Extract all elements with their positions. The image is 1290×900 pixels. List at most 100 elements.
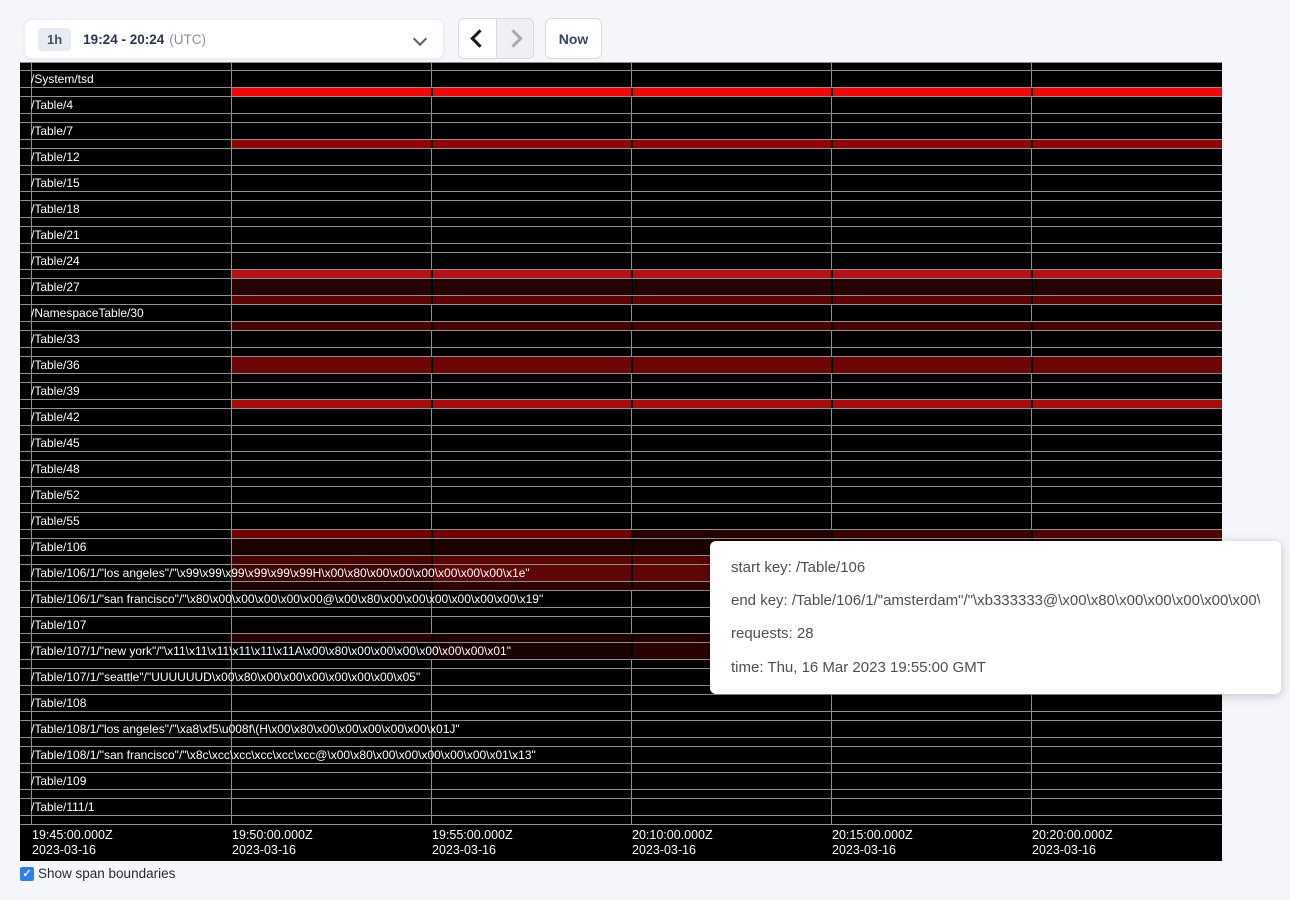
heat-cell xyxy=(232,140,431,148)
row-label: /Table/15 xyxy=(31,176,80,191)
heat-cell xyxy=(232,530,431,538)
row-label: /Table/7 xyxy=(31,124,73,139)
heatmap-row[interactable]: /Table/109 xyxy=(20,772,1222,789)
row-label: /Table/106/1/"san francisco"/"\x80\x00\x… xyxy=(31,592,543,607)
heatmap-row[interactable] xyxy=(20,347,1222,356)
heatmap-row[interactable] xyxy=(20,269,1222,278)
heatmap-row[interactable] xyxy=(20,191,1222,200)
heatmap-row[interactable] xyxy=(20,321,1222,330)
heatmap-row[interactable] xyxy=(20,295,1222,304)
heatmap-row[interactable] xyxy=(20,139,1222,148)
heatmap-row[interactable]: /Table/21 xyxy=(20,226,1222,243)
row-label: /Table/36 xyxy=(31,358,80,373)
heatmap-row[interactable] xyxy=(20,789,1222,798)
heatmap-row[interactable] xyxy=(20,763,1222,772)
heatmap-row[interactable]: /Table/111/1 xyxy=(20,798,1222,815)
heat-cell xyxy=(631,322,831,330)
row-label: /Table/27 xyxy=(31,280,80,295)
row-label: /Table/52 xyxy=(31,488,80,503)
row-label: /System/tsd xyxy=(31,72,94,87)
heat-cell xyxy=(831,88,1031,96)
heatmap-row[interactable] xyxy=(20,711,1222,720)
next-time-button[interactable] xyxy=(496,19,533,58)
heatmap-row[interactable]: /Table/24 xyxy=(20,252,1222,269)
hover-tooltip: start key: /Table/106 end key: /Table/10… xyxy=(710,541,1281,694)
heat-cell xyxy=(831,279,1031,295)
tooltip-start-key: start key: /Table/106 xyxy=(731,551,1260,584)
heatmap-row[interactable]: /Table/12 xyxy=(20,148,1222,165)
heat-cell xyxy=(831,296,1031,304)
heatmap-row[interactable]: /Table/52 xyxy=(20,486,1222,503)
heatmap-row[interactable]: /Table/55 xyxy=(20,512,1222,529)
heatmap-row[interactable]: /System/tsd xyxy=(20,70,1222,87)
time-nav-group xyxy=(458,18,534,59)
heatmap-row[interactable] xyxy=(20,477,1222,486)
tooltip-time: time: Thu, 16 Mar 2023 19:55:00 GMT xyxy=(731,651,1260,684)
row-label: /Table/111/1 xyxy=(31,800,95,815)
heat-cell xyxy=(232,539,431,555)
heatmap-row[interactable] xyxy=(20,62,1222,70)
heat-cell xyxy=(831,270,1031,278)
heatmap-row[interactable]: /Table/27 xyxy=(20,278,1222,295)
heatmap-row[interactable] xyxy=(20,737,1222,746)
heatmap-row[interactable] xyxy=(20,425,1222,434)
heatmap-row[interactable] xyxy=(20,503,1222,512)
heatmap-row[interactable] xyxy=(20,815,1222,824)
heat-cell xyxy=(431,88,631,96)
heat-cell xyxy=(1031,322,1222,330)
heat-cell xyxy=(232,322,431,330)
row-label: /Table/48 xyxy=(31,462,80,477)
heatmap-row[interactable]: /Table/4 xyxy=(20,96,1222,113)
row-label: /Table/107 xyxy=(31,618,86,633)
heat-cell xyxy=(1031,88,1222,96)
heatmap-row[interactable]: /Table/42 xyxy=(20,408,1222,425)
heatmap-row[interactable] xyxy=(20,529,1222,538)
heat-cell xyxy=(232,556,431,564)
heat-cell xyxy=(431,582,631,590)
heatmap-row[interactable]: /Table/108/1/"san francisco"/"\x8c\xcc\x… xyxy=(20,746,1222,763)
heat-cell xyxy=(831,400,1031,408)
heat-cell xyxy=(631,140,831,148)
row-label: /Table/18 xyxy=(31,202,80,217)
heat-cell xyxy=(232,634,431,642)
heatmap-row[interactable]: /Table/108/1/"los angeles"/"\xa8\xf5\u00… xyxy=(20,720,1222,737)
heat-cell xyxy=(232,296,431,304)
heatmap-row[interactable]: /NamespaceTable/30 xyxy=(20,304,1222,321)
heat-cell xyxy=(631,279,831,295)
heatmap-row[interactable]: /Table/15 xyxy=(20,174,1222,191)
heat-cell xyxy=(431,634,631,642)
heat-cell xyxy=(431,296,631,304)
heatmap-row[interactable]: /Table/33 xyxy=(20,330,1222,347)
range-timezone: (UTC) xyxy=(169,32,206,47)
heatmap-row[interactable] xyxy=(20,373,1222,382)
heatmap-row[interactable] xyxy=(20,87,1222,96)
heat-cell xyxy=(431,279,631,295)
heatmap-row[interactable] xyxy=(20,243,1222,252)
heatmap-row[interactable] xyxy=(20,165,1222,174)
heatmap-row[interactable]: /Table/48 xyxy=(20,460,1222,477)
heatmap-row[interactable]: /Table/7 xyxy=(20,122,1222,139)
heatmap-row[interactable]: /Table/18 xyxy=(20,200,1222,217)
heat-cell xyxy=(831,530,1031,538)
row-label: /Table/42 xyxy=(31,410,80,425)
heatmap-row[interactable] xyxy=(20,217,1222,226)
prev-time-button[interactable] xyxy=(459,19,496,58)
heat-cell xyxy=(831,322,1031,330)
row-label: /Table/33 xyxy=(31,332,80,347)
now-button[interactable]: Now xyxy=(545,18,602,59)
heatmap-row[interactable] xyxy=(20,399,1222,408)
heatmap-row[interactable]: /Table/108 xyxy=(20,694,1222,711)
time-range-select[interactable]: 1h 19:24 - 20:24 (UTC) xyxy=(24,19,444,59)
show-span-boundaries-checkbox[interactable]: ✓ xyxy=(20,867,34,881)
heatmap[interactable]: 19:45:00.000Z2023-03-16 19:50:00.000Z202… xyxy=(20,62,1222,861)
heatmap-row[interactable]: /Table/36 xyxy=(20,356,1222,373)
heatmap-row[interactable]: /Table/39 xyxy=(20,382,1222,399)
row-label: /Table/21 xyxy=(31,228,80,243)
heatmap-row[interactable] xyxy=(20,113,1222,122)
heatmap-row[interactable]: /Table/45 xyxy=(20,434,1222,451)
row-label: /Table/55 xyxy=(31,514,80,529)
heat-cell xyxy=(431,530,631,538)
heatmap-row[interactable] xyxy=(20,451,1222,460)
axis-tick: 20:15:00.000Z2023-03-16 xyxy=(832,828,913,858)
heat-cell xyxy=(232,400,431,408)
